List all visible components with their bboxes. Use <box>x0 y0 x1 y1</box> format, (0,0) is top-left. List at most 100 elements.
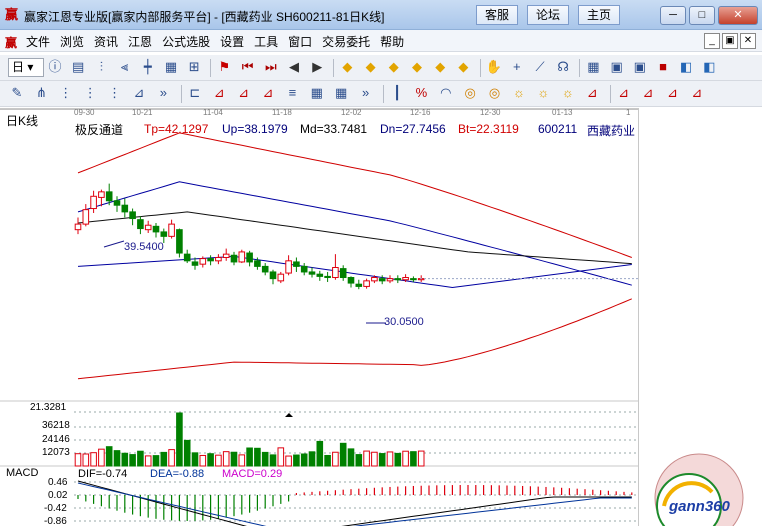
first-icon[interactable]: ⏮ <box>239 58 257 76</box>
channel-down-line <box>77 255 632 289</box>
grid-icon[interactable]: ▦ <box>584 58 602 76</box>
diamond-icon[interactable]: ◆ <box>408 58 426 76</box>
fan-icon[interactable]: ⊿ <box>210 84 228 102</box>
menu-info[interactable]: 资讯 <box>94 33 118 50</box>
menu-trade[interactable]: 交易委托 <box>322 33 370 50</box>
volume-bar <box>168 449 175 467</box>
kline-chart[interactable] <box>0 108 638 526</box>
candle-body <box>90 195 97 210</box>
candle-body <box>332 267 339 279</box>
fan-icon[interactable]: ⊿ <box>688 84 706 102</box>
next-icon[interactable]: ▶ <box>308 58 326 76</box>
volume-bar <box>378 453 386 467</box>
window-icon[interactable]: ▣ <box>631 58 649 76</box>
minimize-icon[interactable]: ─ <box>660 6 686 25</box>
prev-icon[interactable]: ◀ <box>285 58 303 76</box>
toolbar-main: 日 ▾ ⓘ ▤ ⫶ ⫷ ┿ ▦ ⊞ ⚑ ⏮ ⏭ ◀ ▶ ◆ ◆ ◆ ◆ ◆ ◆ ✋ + ⟋ ☊ ▦ ▣ ▣ ■ ◧ ◧ <box>0 55 762 81</box>
diamond-icon[interactable]: ◆ <box>338 58 356 76</box>
close-icon[interactable]: ✕ <box>718 6 758 25</box>
window-icon[interactable]: ▣ <box>608 58 626 76</box>
percent-icon[interactable]: % <box>412 84 430 102</box>
volume-bar <box>363 450 370 467</box>
save-icon[interactable]: ■ <box>654 58 672 76</box>
menu-tools[interactable]: 工具 <box>254 33 278 50</box>
mdi-minimize-icon[interactable]: _ <box>704 33 720 49</box>
bar-icon[interactable]: ▦ <box>162 58 180 76</box>
shell-icon[interactable]: ☊ <box>554 58 572 76</box>
more-icon[interactable]: » <box>357 84 375 102</box>
palette-icon[interactable]: ◧ <box>700 58 718 76</box>
grid-icon[interactable]: ▦ <box>332 84 350 102</box>
zigzag-icon[interactable]: ⟋ <box>531 58 549 76</box>
circle-icon[interactable]: ◎ <box>486 84 504 102</box>
volume-bar <box>98 448 105 467</box>
info-icon[interactable]: ⓘ <box>46 58 64 76</box>
chart-type-icon[interactable]: ▤ <box>69 58 87 76</box>
volume-bar <box>324 454 331 467</box>
menu-window[interactable]: 窗口 <box>288 33 312 50</box>
circle-icon[interactable]: ◎ <box>461 84 479 102</box>
candle-body <box>394 278 402 281</box>
homepage-button[interactable]: 主页 <box>578 5 620 25</box>
diamond-icon[interactable]: ◆ <box>454 58 472 76</box>
fan-icon[interactable]: ⊿ <box>259 84 277 102</box>
menu-browse[interactable]: 浏览 <box>60 33 84 50</box>
fan-icon[interactable]: ⊿ <box>663 84 681 102</box>
menu-help[interactable]: 帮助 <box>380 33 404 50</box>
diamond-icon[interactable]: ◆ <box>385 58 403 76</box>
lines-icon[interactable]: ≡ <box>283 84 301 102</box>
arc-icon[interactable]: ◠ <box>437 84 455 102</box>
info-panel: gann360 <box>638 108 762 526</box>
mdi-close-icon[interactable]: ✕ <box>740 33 756 49</box>
fan-icon[interactable]: ⊿ <box>615 84 633 102</box>
dots-icon[interactable]: ⋮ <box>81 84 99 102</box>
candlestick-icon[interactable]: ┿ <box>139 58 157 76</box>
macd-axis-label: -0.42 <box>44 503 67 514</box>
grid-icon[interactable]: ▦ <box>308 84 326 102</box>
bracket-icon[interactable]: ⊏ <box>186 84 204 102</box>
menu-settings[interactable]: 设置 <box>220 33 244 50</box>
kline-icon[interactable]: ⫶ <box>92 58 110 76</box>
restore-icon[interactable]: □ <box>689 6 715 25</box>
fan-icon[interactable]: ⊿ <box>639 84 657 102</box>
fan-icon[interactable]: ⊿ <box>583 84 601 102</box>
sun-icon[interactable]: ☼ <box>534 84 552 102</box>
ruler-icon[interactable]: ┃ <box>388 84 406 102</box>
fan-icon[interactable]: ⊿ <box>235 84 253 102</box>
candle-body <box>230 254 238 263</box>
prev-page-icon[interactable]: ⏭ <box>262 58 280 76</box>
menu-gann[interactable]: 江恩 <box>128 33 152 50</box>
period-select[interactable]: 日 ▾ <box>8 58 44 77</box>
indicator-dn: Dn=27.7456 <box>380 122 446 136</box>
hollow-kline-icon[interactable]: ⫷ <box>116 58 134 76</box>
measure-icon[interactable]: ⊿ <box>130 84 148 102</box>
sun-icon[interactable]: ☼ <box>510 84 528 102</box>
diamond-icon[interactable]: ◆ <box>362 58 380 76</box>
flag-icon[interactable]: ⚑ <box>215 58 233 76</box>
menu-file[interactable]: 文件 <box>26 33 50 50</box>
mdi-restore-icon[interactable]: ▣ <box>722 33 738 49</box>
sun-icon[interactable]: ☼ <box>559 84 577 102</box>
window-title: 赢家江恩专业版[赢家内部服务平台] - [西藏药业 SH600211-81日K线… <box>24 10 385 24</box>
volume-bar <box>199 454 207 467</box>
forum-button[interactable]: 论坛 <box>527 5 569 25</box>
hand-icon[interactable]: ✋ <box>485 58 503 76</box>
diamond-icon[interactable]: ◆ <box>431 58 449 76</box>
customer-service-button[interactable]: 客服 <box>476 5 518 25</box>
more-icon[interactable]: » <box>154 84 172 102</box>
crosshair-icon[interactable]: + <box>508 58 526 76</box>
date-tick: 1 <box>626 108 631 117</box>
candle-body <box>254 260 261 267</box>
candle-body <box>238 251 246 263</box>
fork-icon[interactable]: ⋔ <box>32 84 50 102</box>
gann-icon[interactable]: ⊞ <box>185 58 203 76</box>
volume-bar <box>183 439 191 467</box>
pen-icon[interactable]: ✎ <box>8 84 26 102</box>
dots-icon[interactable]: ⋮ <box>106 84 124 102</box>
macd-dif: DIF=-0.74 <box>78 468 128 480</box>
volume-bar <box>207 453 214 467</box>
palette-icon[interactable]: ◧ <box>677 58 695 76</box>
dots-icon[interactable]: ⋮ <box>57 84 75 102</box>
candle-body <box>152 225 160 233</box>
menu-formula[interactable]: 公式选股 <box>162 33 210 50</box>
